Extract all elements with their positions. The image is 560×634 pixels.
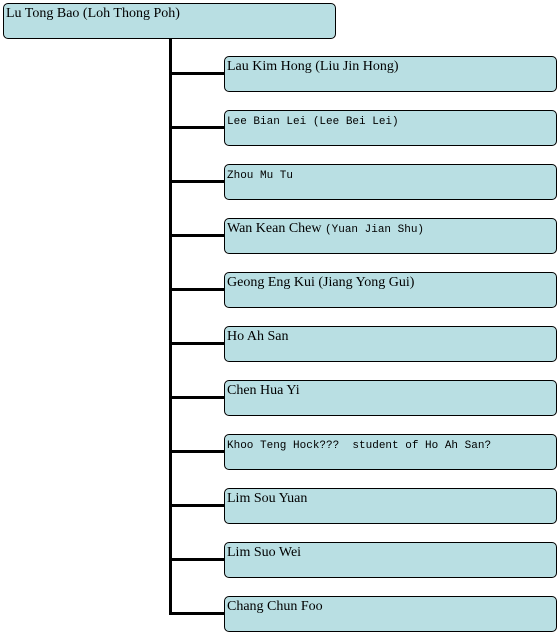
branch-connector bbox=[169, 558, 225, 561]
child-node: Geong Eng Kui (Jiang Yong Gui) bbox=[224, 272, 557, 308]
node-label: Wan Kean Chew bbox=[227, 221, 326, 236]
child-node: Chen Hua Yi bbox=[224, 380, 557, 416]
node-label: Geong Eng Kui (Jiang Yong Gui) bbox=[227, 275, 415, 290]
child-node: Lee Bian Lei (Lee Bei Lei) bbox=[224, 110, 557, 146]
node-label: Zhou Mu Tu bbox=[227, 170, 294, 182]
branch-connector bbox=[169, 396, 225, 399]
child-node: Lim Sou Yuan bbox=[224, 488, 557, 524]
node-label: Lee Bian Lei (Lee Bei Lei) bbox=[227, 116, 399, 128]
branch-connector bbox=[169, 180, 225, 183]
branch-connector bbox=[169, 288, 225, 291]
child-node: Zhou Mu Tu bbox=[224, 164, 557, 200]
node-label: Lim Sou Yuan bbox=[227, 491, 308, 506]
node-label: Ho Ah San bbox=[227, 329, 289, 344]
branch-connector bbox=[169, 342, 225, 345]
branch-connector bbox=[169, 126, 225, 129]
child-node: Khoo Teng Hock??? student of Ho Ah San? bbox=[224, 434, 557, 470]
root-node: Lu Tong Bao (Loh Thong Poh) bbox=[3, 3, 336, 39]
child-node: Lau Kim Hong (Liu Jin Hong) bbox=[224, 56, 557, 92]
node-label: Lau Kim Hong (Liu Jin Hong) bbox=[227, 59, 399, 74]
node-label: Chang Chun Foo bbox=[227, 599, 323, 614]
branch-connector bbox=[169, 72, 225, 75]
child-node: Wan Kean Chew (Yuan Jian Shu) bbox=[224, 218, 557, 254]
node-label: Chen Hua Yi bbox=[227, 383, 300, 398]
node-label: Khoo Teng Hock??? student of Ho Ah San? bbox=[227, 440, 492, 452]
branch-connector bbox=[169, 450, 225, 453]
child-node: Ho Ah San bbox=[224, 326, 557, 362]
child-node: Lim Suo Wei bbox=[224, 542, 557, 578]
branch-connector bbox=[169, 504, 225, 507]
node-label-alt: (Yuan Jian Shu) bbox=[325, 224, 425, 236]
child-node: Chang Chun Foo bbox=[224, 596, 557, 632]
branch-connector bbox=[169, 234, 225, 237]
node-label: Lim Suo Wei bbox=[227, 545, 302, 560]
branch-connector bbox=[169, 612, 225, 615]
